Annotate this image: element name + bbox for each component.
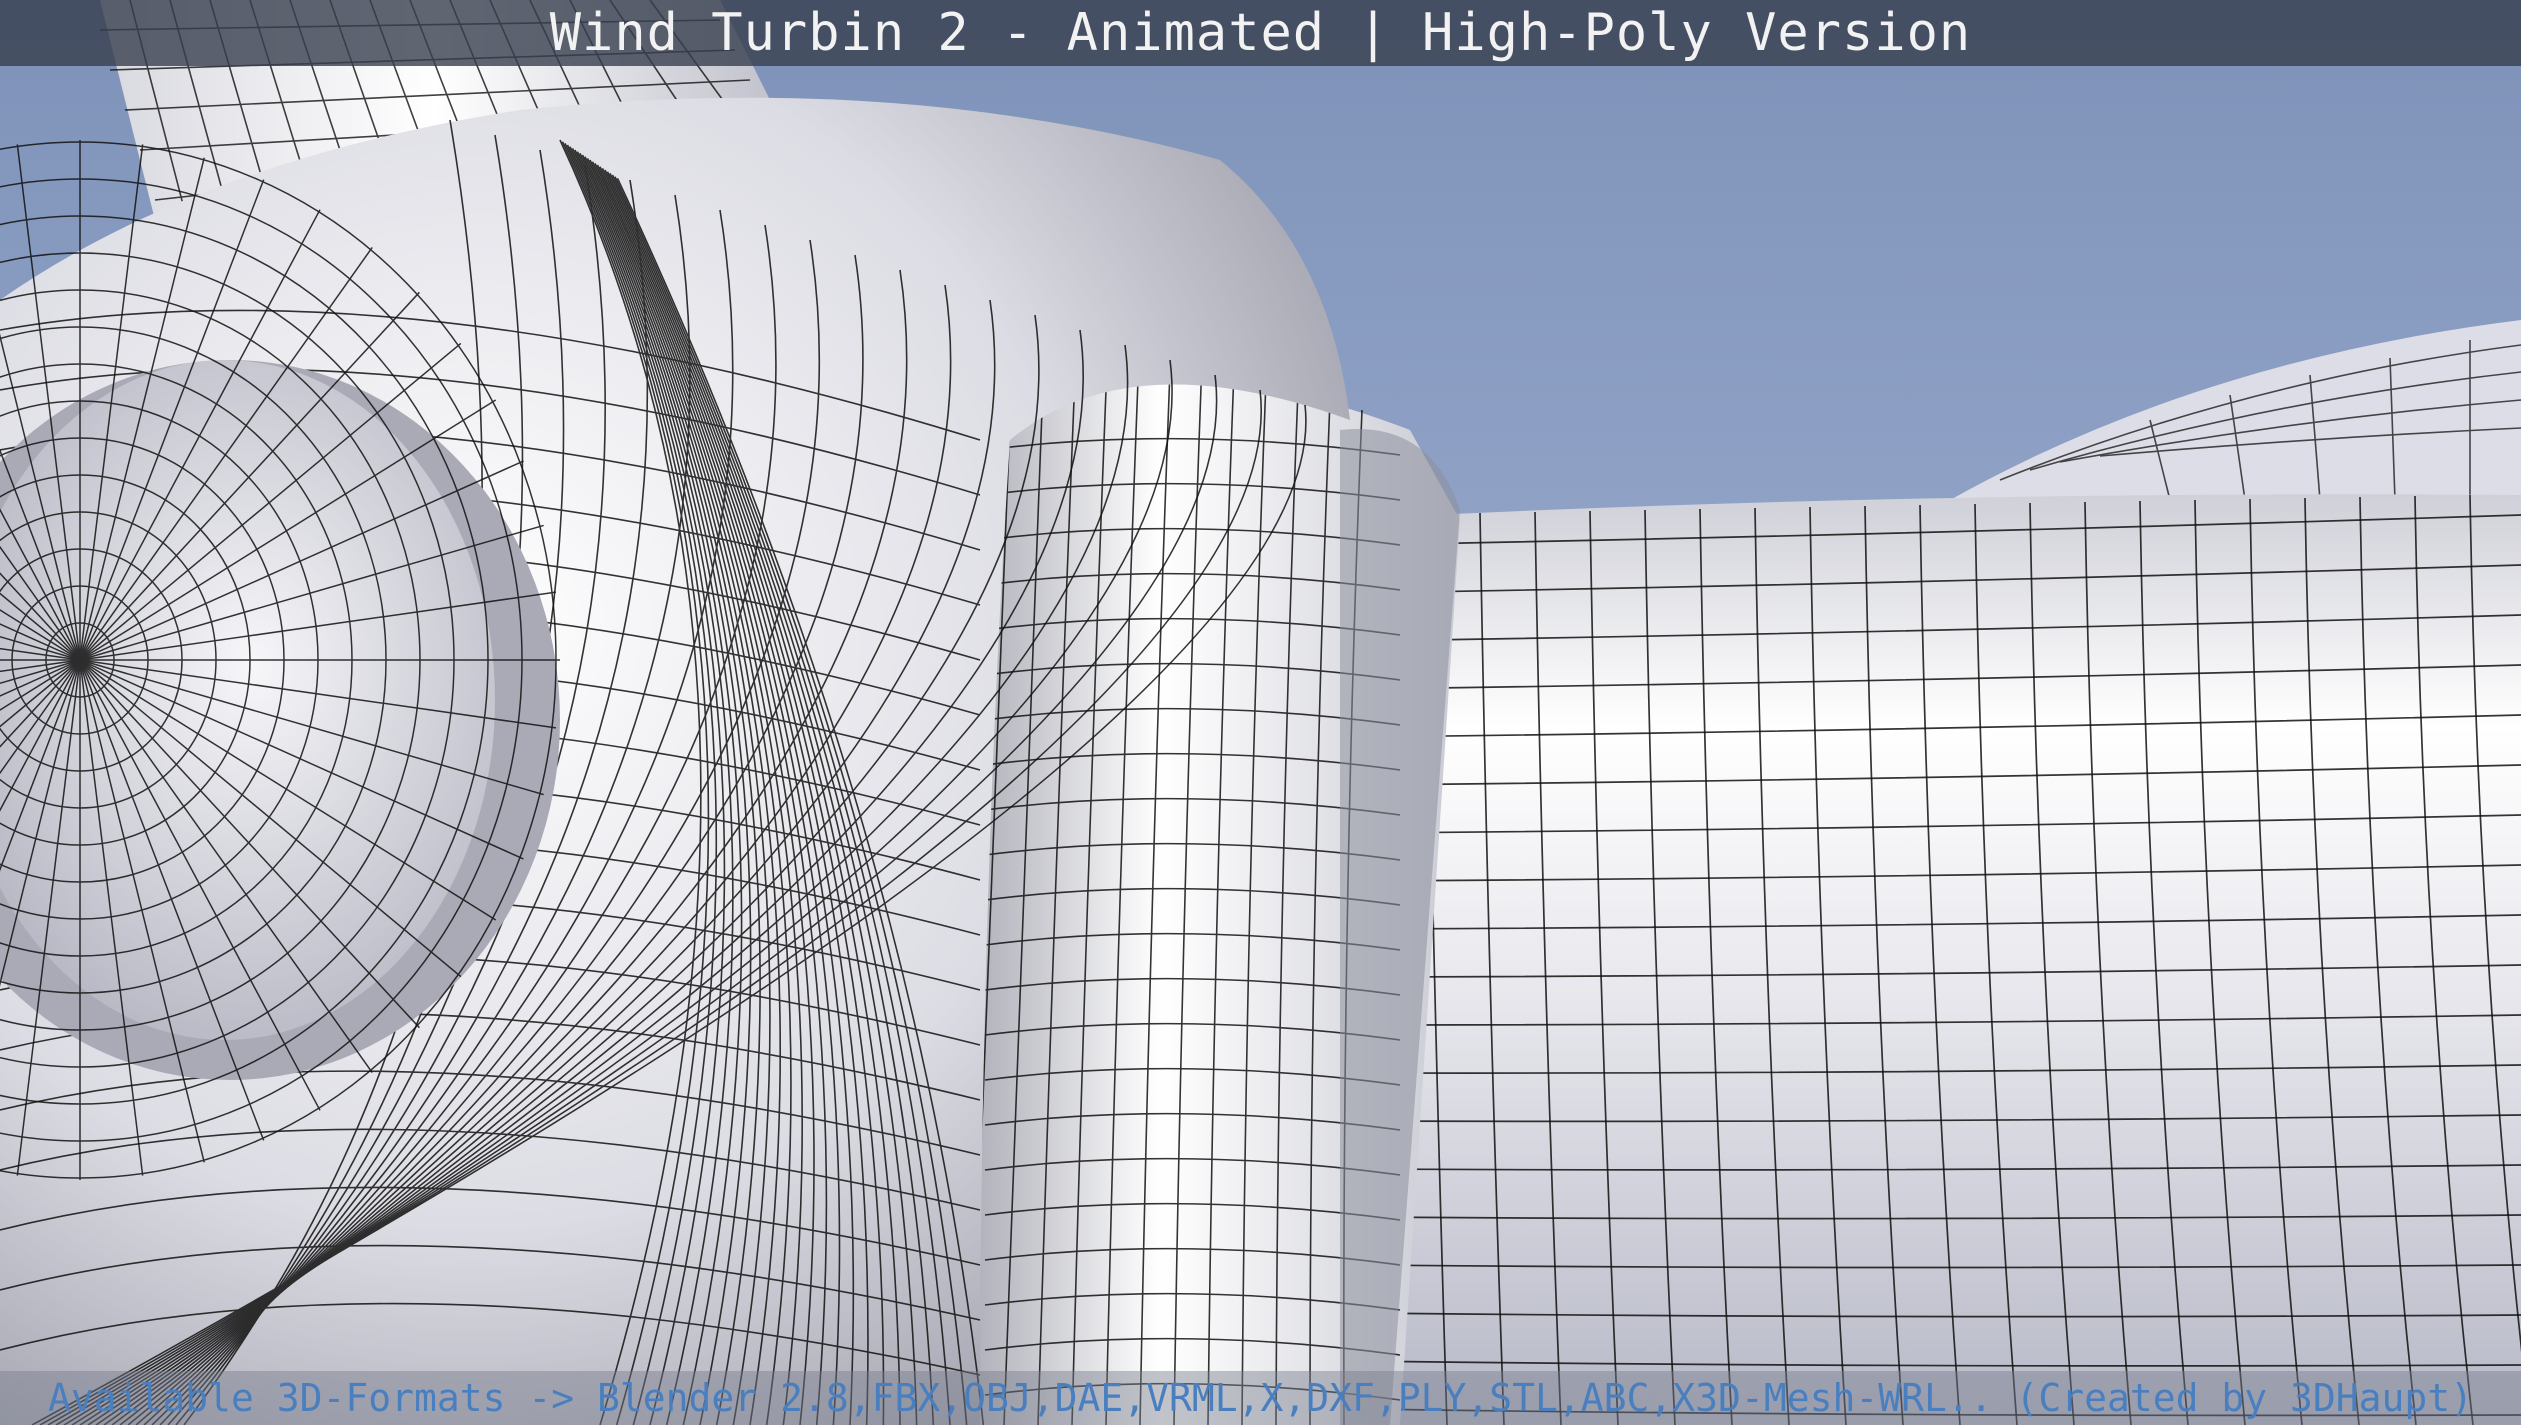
formats-caption: Available 3D-Formats -> Blender 2.8,FBX,… <box>47 1376 2474 1420</box>
viewport-render <box>0 0 2521 1425</box>
title-bar: Wind Turbin 2 - Animated | High-Poly Ver… <box>0 0 2521 66</box>
window-title: Wind Turbin 2 - Animated | High-Poly Ver… <box>549 3 1972 63</box>
footer-bar: Available 3D-Formats -> Blender 2.8,FBX,… <box>0 1371 2521 1425</box>
shaft-tube-mesh <box>1330 494 2521 1425</box>
collar-ring-mesh <box>960 359 1460 1425</box>
